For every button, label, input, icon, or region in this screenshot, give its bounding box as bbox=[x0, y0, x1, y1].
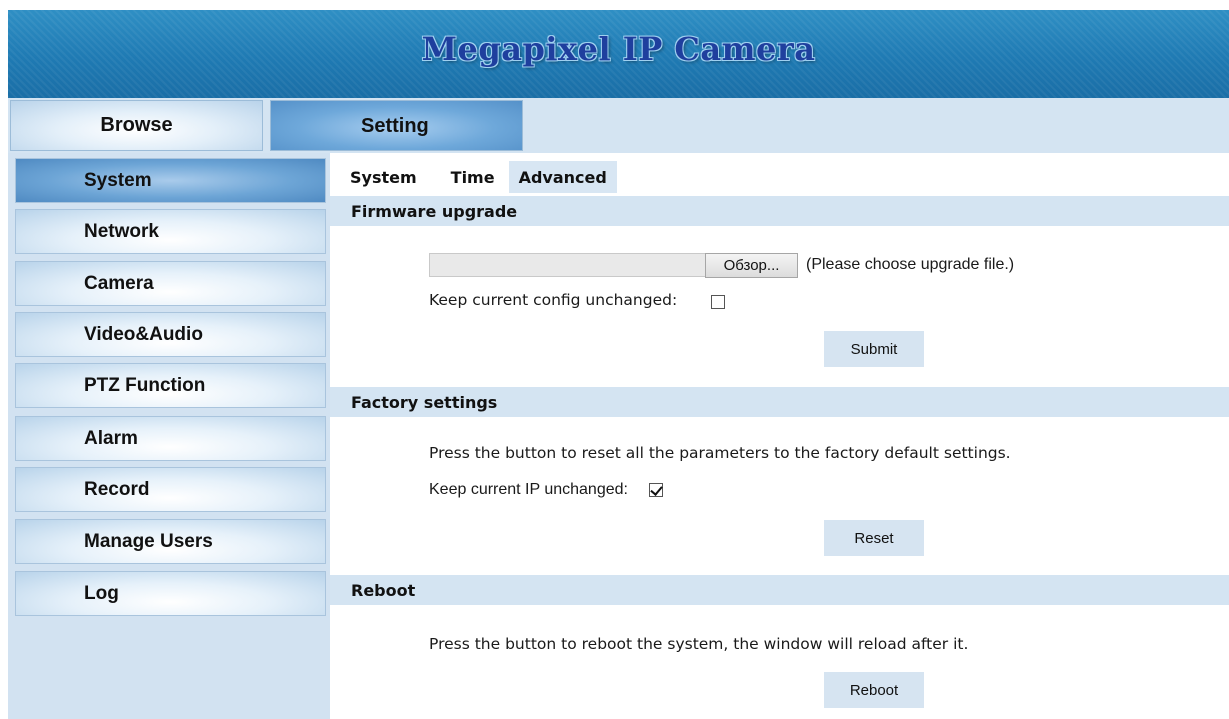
sidebar-item-system[interactable]: System bbox=[15, 158, 326, 203]
sidebar-item-ptz-function[interactable]: PTZ Function bbox=[15, 363, 326, 408]
sidebar-item-alarm[interactable]: Alarm bbox=[15, 416, 326, 461]
firmware-file-input[interactable] bbox=[429, 253, 706, 277]
reboot-header: Reboot bbox=[330, 575, 1229, 605]
subtab-advanced[interactable]: Advanced bbox=[508, 161, 617, 193]
sidebar: System Network Camera Video&Audio PTZ Fu… bbox=[8, 153, 330, 719]
factory-settings-header: Factory settings bbox=[330, 387, 1229, 417]
sidebar-item-video-audio[interactable]: Video&Audio bbox=[15, 312, 326, 357]
app-header: Megapixel IP Camera bbox=[8, 10, 1229, 98]
firmware-file-hint: (Please choose upgrade file.) bbox=[806, 256, 1015, 273]
sidebar-item-manage-users[interactable]: Manage Users bbox=[15, 519, 326, 564]
keep-ip-label: Keep current IP unchanged: bbox=[429, 481, 628, 498]
sub-tab-bar: System Time Advanced bbox=[330, 161, 617, 193]
reboot-button[interactable]: Reboot bbox=[824, 672, 924, 708]
keep-ip-checkbox[interactable] bbox=[649, 483, 663, 497]
sidebar-item-camera[interactable]: Camera bbox=[15, 261, 326, 306]
top-tab-bar: Browse Setting bbox=[8, 98, 1229, 153]
app-title: Megapixel IP Camera bbox=[421, 30, 816, 68]
reset-button[interactable]: Reset bbox=[824, 520, 924, 556]
subtab-time[interactable]: Time bbox=[431, 161, 509, 193]
reboot-description: Press the button to reboot the system, t… bbox=[429, 635, 969, 653]
keep-config-label: Keep current config unchanged: bbox=[429, 291, 678, 309]
sidebar-item-log[interactable]: Log bbox=[15, 571, 326, 616]
factory-reset-description: Press the button to reset all the parame… bbox=[429, 444, 1011, 462]
subtab-system[interactable]: System bbox=[330, 161, 431, 193]
firmware-upgrade-header: Firmware upgrade bbox=[330, 196, 1229, 226]
tab-setting[interactable]: Setting bbox=[270, 100, 523, 151]
tab-browse[interactable]: Browse bbox=[10, 100, 263, 151]
sidebar-item-network[interactable]: Network bbox=[15, 209, 326, 254]
keep-config-checkbox[interactable] bbox=[711, 295, 725, 309]
main-content: System Time Advanced Firmware upgrade Об… bbox=[330, 153, 1229, 719]
submit-button[interactable]: Submit bbox=[824, 331, 924, 367]
browse-file-button[interactable]: Обзор... bbox=[705, 253, 798, 278]
sidebar-item-record[interactable]: Record bbox=[15, 467, 326, 512]
